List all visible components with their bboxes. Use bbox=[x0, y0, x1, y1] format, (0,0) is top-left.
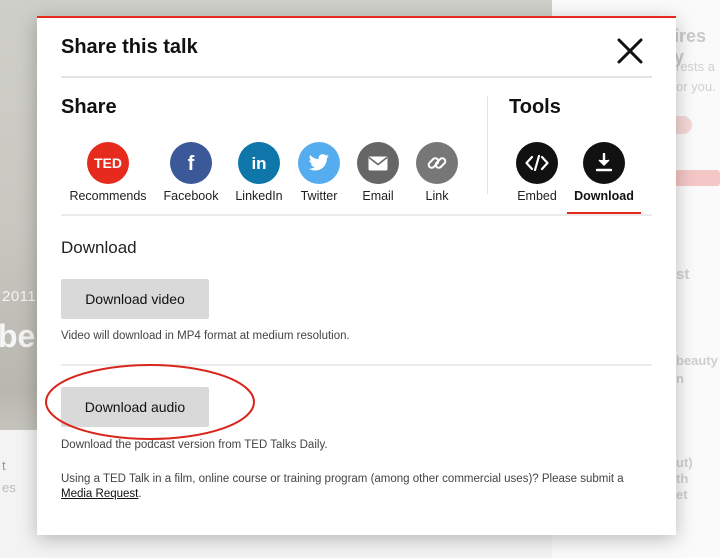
share-item-label: Email bbox=[362, 189, 394, 203]
share-facebook-button[interactable]: f Facebook bbox=[161, 142, 221, 203]
share-twitter-button[interactable]: Twitter bbox=[289, 142, 349, 203]
usage-text: Using a TED Talk in a film, online cours… bbox=[61, 473, 624, 485]
background-text-es: es bbox=[2, 480, 16, 495]
facebook-icon: f bbox=[170, 142, 212, 184]
embed-code-icon bbox=[516, 142, 558, 184]
background-title-fragment: be bbox=[0, 318, 36, 354]
ted-logo-icon: TED bbox=[87, 142, 129, 184]
background-sidebar-text: n bbox=[676, 371, 684, 386]
background-sidebar-text: ut) bbox=[676, 455, 693, 470]
tool-item-label: Download bbox=[574, 189, 634, 203]
share-item-label: Link bbox=[425, 189, 449, 203]
commercial-usage-note: Using a TED Talk in a film, online cours… bbox=[61, 472, 646, 502]
svg-text:TED: TED bbox=[94, 155, 122, 171]
share-email-button[interactable]: Email bbox=[348, 142, 408, 203]
download-divider bbox=[61, 364, 652, 366]
download-icon bbox=[583, 142, 625, 184]
usage-period: . bbox=[138, 488, 142, 500]
modal-title: Share this talk bbox=[61, 36, 198, 58]
tool-item-label: Embed bbox=[517, 189, 557, 203]
share-heading: Share bbox=[61, 96, 117, 118]
share-link-button[interactable]: Link bbox=[407, 142, 467, 203]
tool-download-tab[interactable]: Download bbox=[569, 142, 639, 203]
video-download-note: Video will download in MP4 format at med… bbox=[61, 330, 350, 342]
download-audio-button[interactable]: Download audio bbox=[61, 387, 209, 427]
twitter-icon bbox=[298, 142, 340, 184]
audio-download-note: Download the podcast version from TED Ta… bbox=[61, 439, 328, 451]
share-item-label: Twitter bbox=[300, 189, 338, 203]
background-tag bbox=[674, 170, 720, 186]
background-sidebar-text: or you. bbox=[676, 79, 716, 94]
share-item-label: LinkedIn bbox=[235, 189, 283, 203]
download-video-button[interactable]: Download video bbox=[61, 279, 209, 319]
share-tools-divider bbox=[487, 96, 488, 194]
share-ted-recommends-button[interactable]: TED Recommends bbox=[67, 142, 149, 203]
share-item-label: Recommends bbox=[69, 189, 147, 203]
close-icon bbox=[617, 38, 643, 64]
svg-text:in: in bbox=[251, 154, 266, 173]
share-linkedin-button[interactable]: in LinkedIn bbox=[229, 142, 289, 203]
linkedin-icon: in bbox=[238, 142, 280, 184]
title-divider bbox=[61, 76, 652, 78]
link-icon bbox=[416, 142, 458, 184]
background-sidebar-text: st bbox=[676, 266, 690, 283]
background-sidebar-text: et bbox=[676, 487, 688, 502]
background-sidebar-text: th bbox=[676, 471, 689, 486]
svg-text:f: f bbox=[188, 153, 195, 174]
share-section-divider bbox=[61, 214, 652, 216]
share-modal: Share this talk Share Tools TED Recommen… bbox=[37, 16, 676, 535]
background-sidebar-text: rests a bbox=[676, 59, 716, 74]
tools-heading: Tools bbox=[509, 96, 561, 118]
download-heading: Download bbox=[61, 238, 137, 257]
media-request-link[interactable]: Media Request bbox=[61, 488, 138, 500]
email-icon bbox=[357, 142, 399, 184]
close-button[interactable] bbox=[615, 36, 645, 66]
background-year: 2011 bbox=[2, 288, 37, 305]
tool-embed-button[interactable]: Embed bbox=[507, 142, 567, 203]
background-sidebar-text: beauty bbox=[676, 353, 718, 368]
share-item-label: Facebook bbox=[163, 189, 219, 203]
background-text-t: t bbox=[2, 458, 6, 473]
